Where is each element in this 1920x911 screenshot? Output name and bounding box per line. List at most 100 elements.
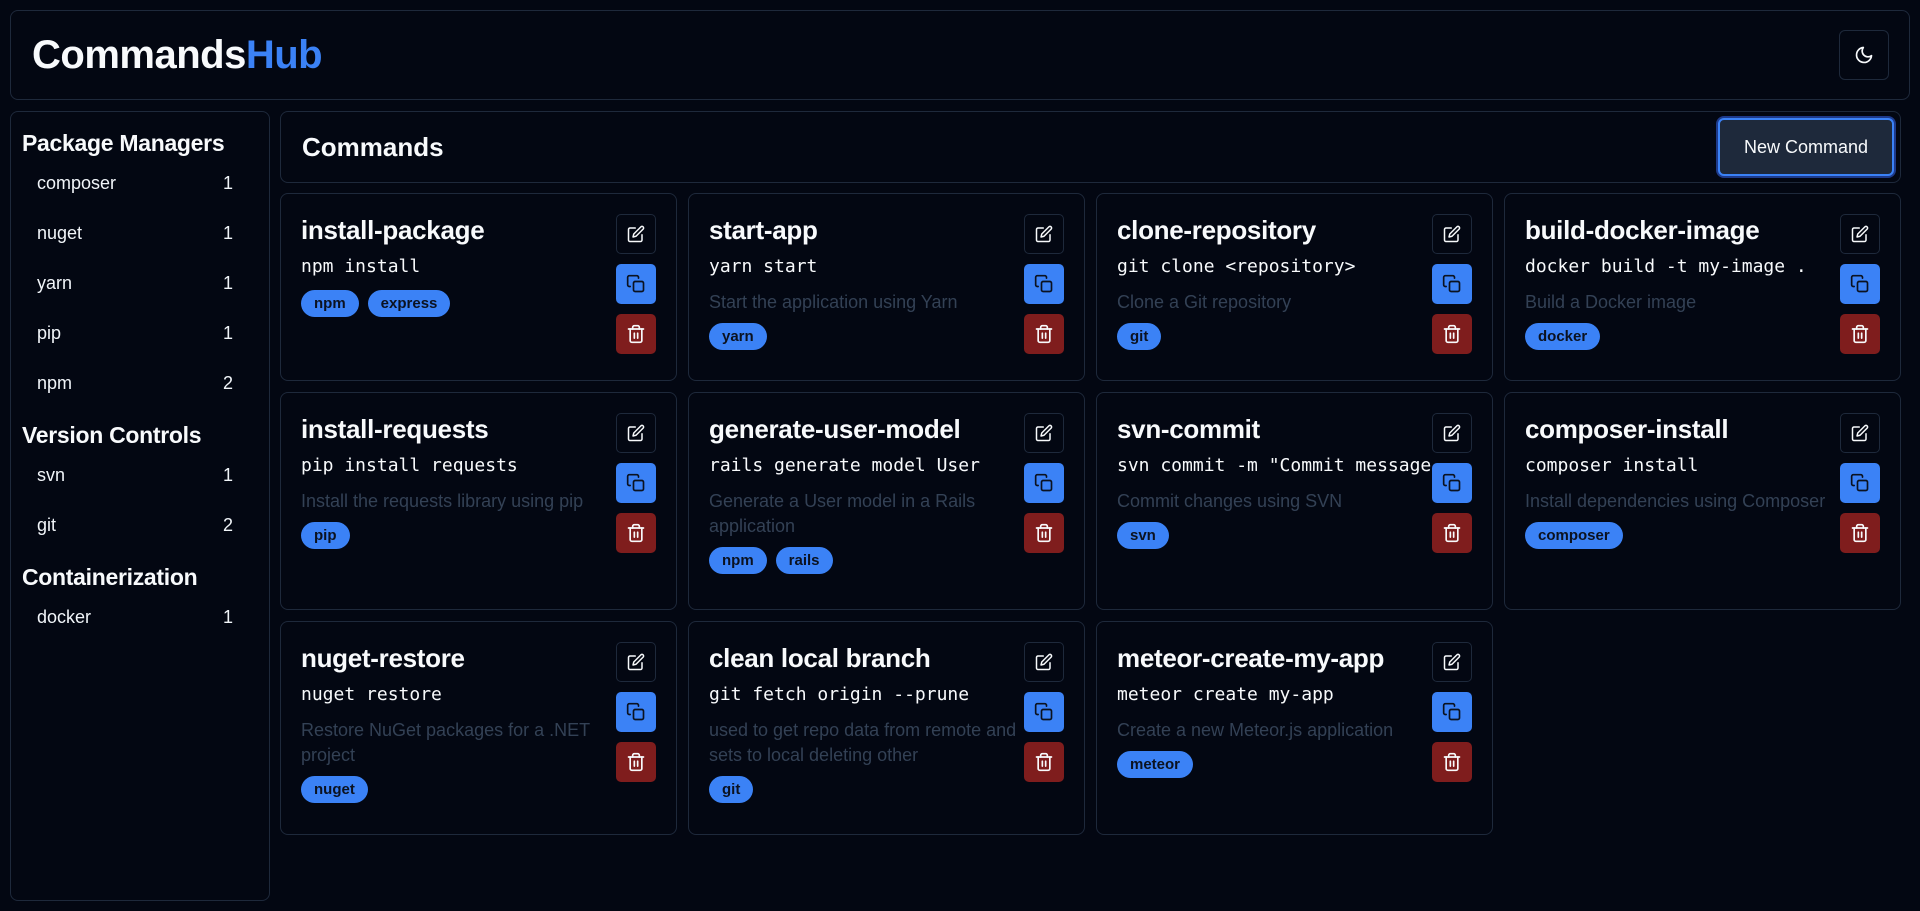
copy-icon — [626, 274, 646, 294]
command-title: build-docker-image — [1525, 215, 1760, 245]
command-description: Commit changes using SVN — [1117, 491, 1343, 511]
copy-button[interactable] — [1024, 264, 1064, 304]
sidebar: Package Managers composer 1 nuget 1 yarn 1 pip 1… — [10, 111, 270, 901]
edit-icon — [627, 225, 645, 243]
new-command-button[interactable]: New Command — [1718, 118, 1894, 176]
sidebar-item-yarn[interactable]: yarn 1 — [22, 258, 258, 308]
delete-button[interactable] — [1432, 742, 1472, 782]
copy-icon — [626, 702, 646, 722]
sidebar-category-title: Package Managers — [22, 130, 225, 156]
sidebar-item-label: npm — [37, 372, 73, 393]
edit-button[interactable] — [1024, 214, 1064, 254]
tag-badge[interactable]: git — [1117, 323, 1162, 350]
tag-badge[interactable]: git — [709, 776, 754, 803]
copy-icon — [1442, 702, 1462, 722]
theme-toggle-button[interactable] — [1839, 30, 1889, 80]
copy-icon — [1850, 274, 1870, 294]
delete-button[interactable] — [1840, 314, 1880, 354]
copy-button[interactable] — [1024, 692, 1064, 732]
command-card: install-package npm install npm express — [280, 193, 677, 381]
command-title: clone-repository — [1117, 215, 1316, 245]
app-logo: CommandsHub — [32, 32, 323, 78]
edit-button[interactable] — [1432, 642, 1472, 682]
edit-icon — [1443, 653, 1461, 671]
sidebar-item-docker[interactable]: docker 1 — [22, 592, 258, 642]
delete-button[interactable] — [1840, 513, 1880, 553]
copy-button[interactable] — [616, 692, 656, 732]
tag-badge[interactable]: rails — [775, 547, 833, 574]
tag-badge[interactable]: npm — [709, 547, 767, 574]
command-actions — [1840, 413, 1880, 553]
edit-icon — [627, 653, 645, 671]
command-card-body: start-app yarn start Start the application… — [709, 212, 1027, 350]
copy-icon — [1442, 473, 1462, 493]
delete-button[interactable] — [616, 314, 656, 354]
delete-button[interactable] — [1024, 314, 1064, 354]
delete-button[interactable] — [616, 513, 656, 553]
tag-badge[interactable]: svn — [1117, 522, 1169, 549]
edit-icon — [1443, 225, 1461, 243]
copy-button[interactable] — [1024, 463, 1064, 503]
edit-button[interactable] — [616, 642, 656, 682]
app-header: CommandsHub — [10, 10, 1910, 100]
edit-icon — [627, 424, 645, 442]
copy-button[interactable] — [1840, 463, 1880, 503]
copy-button[interactable] — [1432, 264, 1472, 304]
command-card: generate-user-model rails generate model … — [688, 392, 1085, 610]
command-card: install-requests pip install requests Inst… — [280, 392, 677, 610]
edit-button[interactable] — [616, 214, 656, 254]
command-actions — [1024, 214, 1064, 354]
sidebar-item-npm[interactable]: npm 2 — [22, 358, 258, 408]
tag-badge[interactable]: express — [367, 290, 451, 317]
sidebar-item-git[interactable]: git 2 — [22, 500, 258, 550]
trash-icon — [1034, 523, 1054, 543]
trash-icon — [1850, 324, 1870, 344]
trash-icon — [1442, 324, 1462, 344]
command-card-body: build-docker-image docker build -t my-ima… — [1525, 212, 1843, 350]
sidebar-item-label: git — [37, 514, 57, 535]
copy-button[interactable] — [616, 264, 656, 304]
tag-badge[interactable]: meteor — [1117, 751, 1194, 778]
trash-icon — [626, 324, 646, 344]
sidebar-item-pip[interactable]: pip 1 — [22, 308, 258, 358]
sidebar-item-composer[interactable]: composer 1 — [22, 158, 258, 208]
delete-button[interactable] — [1432, 314, 1472, 354]
edit-button[interactable] — [1840, 413, 1880, 453]
moon-icon — [1854, 45, 1874, 65]
sidebar-item-svn[interactable]: svn 1 — [22, 450, 258, 500]
delete-button[interactable] — [616, 742, 656, 782]
copy-button[interactable] — [1432, 463, 1472, 503]
tag-badge[interactable]: pip — [301, 522, 350, 549]
edit-button[interactable] — [1432, 413, 1472, 453]
tag-list: composer — [1525, 522, 1843, 549]
tag-badge[interactable]: nuget — [301, 776, 368, 803]
edit-button[interactable] — [616, 413, 656, 453]
command-description: Clone a Git repository — [1117, 292, 1292, 312]
copy-icon — [1850, 473, 1870, 493]
edit-button[interactable] — [1024, 413, 1064, 453]
sidebar-item-count: 1 — [222, 606, 233, 627]
edit-icon — [1035, 225, 1053, 243]
sidebar-category: Package Managers composer 1 nuget 1 yarn 1 pip 1… — [22, 126, 258, 408]
delete-button[interactable] — [1432, 513, 1472, 553]
sidebar-item-nuget[interactable]: nuget 1 — [22, 208, 258, 258]
command-card: build-docker-image docker build -t my-ima… — [1504, 193, 1901, 381]
tag-badge[interactable]: yarn — [709, 323, 767, 350]
copy-button[interactable] — [1432, 692, 1472, 732]
edit-button[interactable] — [1840, 214, 1880, 254]
trash-icon — [1850, 523, 1870, 543]
delete-button[interactable] — [1024, 742, 1064, 782]
tag-badge[interactable]: docker — [1525, 323, 1601, 350]
tag-list: docker — [1525, 323, 1843, 350]
copy-button[interactable] — [616, 463, 656, 503]
edit-button[interactable] — [1024, 642, 1064, 682]
tag-badge[interactable]: composer — [1525, 522, 1623, 549]
logo-accent-text: Hub — [245, 32, 323, 77]
tag-list: yarn — [709, 323, 1027, 350]
delete-button[interactable] — [1024, 513, 1064, 553]
command-title: meteor-create-my-app — [1117, 643, 1385, 673]
edit-button[interactable] — [1432, 214, 1472, 254]
copy-button[interactable] — [1840, 264, 1880, 304]
tag-badge[interactable]: npm — [301, 290, 359, 317]
sidebar-category: Containerization docker 1 — [22, 560, 258, 642]
